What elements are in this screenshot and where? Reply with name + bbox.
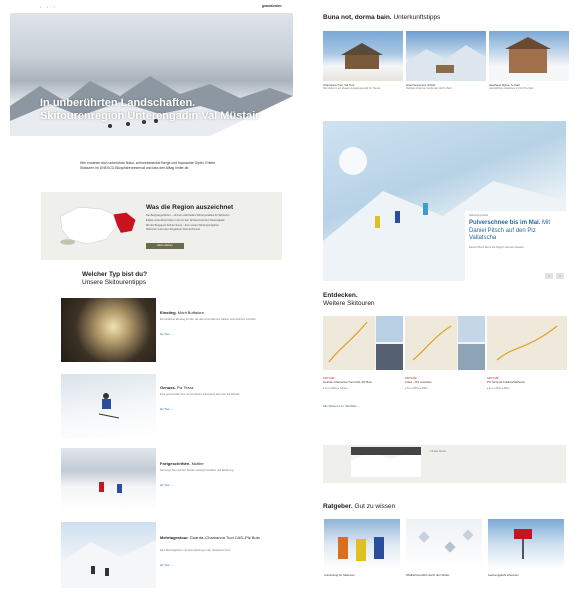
advice-image[interactable] — [324, 519, 400, 569]
hut-figure — [341, 43, 383, 69]
type-link[interactable]: Zur Tour → — [160, 484, 275, 487]
feature-desc: Daniel Pitsch kennt die Region wie kein … — [469, 246, 525, 249]
type-title-bold: Fortgeschritten. — [160, 461, 191, 466]
types-heading: Welcher Typ bist du? Unsere Skitourentip… — [82, 271, 147, 287]
mountain-figure — [406, 45, 486, 81]
tour-name[interactable]: Piz Terza ab Fuldera/Valchava — [487, 380, 567, 384]
hero-title: In unberührten Landschaften. Skitourenre… — [40, 97, 260, 122]
type-title[interactable]: Mehrtagestour. Guarda–Chamanna Tuoi CAS–… — [160, 535, 280, 540]
wildlife-figure — [418, 529, 474, 553]
map-snow-figure — [351, 447, 421, 477]
type-title-bold: Einstieg. — [160, 310, 177, 315]
advice-heading-bold: Ratgeber. — [323, 503, 353, 510]
accommodation-desc: Die Hütte ist ein idealer Ausgangspunkt … — [323, 87, 382, 90]
skier-figure — [98, 393, 120, 419]
region-bullets: Die Bergsteigerdörfer – sind ein wahrhaf… — [146, 214, 276, 233]
tour-card-text[interactable]: SKITOUR Piz Terza ab Fuldera/Valchava — [487, 377, 567, 384]
advice-caption[interactable]: Wildtierfreundlich durch den Winter — [406, 573, 484, 577]
tours-heading-bold: Entdecken. — [323, 292, 358, 299]
type-desc: Eine Mehrtagestour mit Übernachtung in d… — [160, 549, 231, 552]
accommodation-image[interactable] — [323, 31, 403, 81]
tour-map-figure — [487, 316, 567, 370]
nav-dot[interactable]: • — [54, 5, 61, 9]
tour-tags: ● 4h ● 1450m ● Schwer — [323, 388, 348, 390]
type-desc: Die lange Tour auf den Muttler verlangt … — [160, 469, 235, 472]
pager-next-button[interactable]: › — [556, 273, 564, 279]
equipment-figure — [338, 537, 384, 561]
tours-heading-sub: Weitere Skitouren — [323, 300, 375, 307]
type-link[interactable]: Zur Tour → — [160, 564, 275, 567]
advice-caption[interactable]: Ausrüstung für Skitouren — [324, 573, 402, 577]
type-title-name: Guarda–Chamanna Tuoi CAS–Piz Buin — [189, 535, 260, 540]
tour-card-image[interactable] — [405, 316, 485, 370]
types-heading-bold: Welcher Typ bist du? — [82, 271, 148, 278]
house-figure — [505, 37, 551, 73]
accommodation-image[interactable] — [489, 31, 569, 81]
advice-image[interactable] — [488, 519, 564, 569]
tours-heading: Entdecken. Weitere Skitouren — [323, 292, 375, 308]
intro-text: Hier erwarten dich unberührte Natur, sch… — [80, 161, 216, 170]
region-map — [60, 206, 136, 245]
tour-card-image[interactable] — [487, 316, 567, 370]
advice-heading-sub: Gut zu wissen — [354, 503, 396, 510]
accommodation-desc: Ruhiges Hotel am Ende des Val S-charl. — [406, 87, 453, 90]
mountain-figure — [61, 540, 156, 588]
tour-tags: ● 4h ● 1300m ● Mittel — [487, 388, 510, 390]
type-title[interactable]: Genuss. Piz Terza — [160, 385, 193, 390]
all-tours-link[interactable]: Alle Skitouren im Überblick → — [323, 404, 360, 408]
type-title-name: Muttler — [191, 461, 204, 466]
tour-card-text[interactable]: SKITOUR Ardez – Piz Cotschen — [405, 377, 485, 384]
region-bullet: Skitouren unter dem Engadiner Sternenhim… — [146, 228, 201, 232]
tour-map-figure — [405, 316, 485, 370]
type-desc: Ein einfacher Einstieg für alle, die das… — [160, 318, 257, 321]
advice-caption[interactable]: Lawinengefahr erkennen — [488, 573, 566, 577]
type-image-fortgeschritten[interactable] — [61, 448, 156, 512]
accommodation-heading: Buna not, dorma bain. Unterkunftstipps — [323, 14, 440, 22]
tour-tags: ● 5h ● 1650m ● Mittel — [405, 388, 428, 390]
tour-name[interactable]: Ardez – Piz Cotschen — [405, 380, 485, 384]
skiers-figure — [99, 482, 122, 493]
type-link[interactable]: Zur Tour → — [160, 333, 275, 336]
hero-image: In unberührten Landschaften. Skitourenre… — [10, 13, 293, 136]
map-band: • Chasa Muzet — [323, 445, 566, 483]
nav-dot[interactable]: • — [40, 5, 47, 9]
accommodation-caption[interactable]: Hotel Sesvenna, Scharl Ruhiges Hotel am E… — [406, 83, 486, 90]
type-title-bold: Genuss. — [160, 385, 176, 390]
region-more-button[interactable]: Mehr erfahren — [146, 243, 184, 249]
accommodation-caption[interactable]: Chamanna Tuoi, Val Tuoi Die Hütte ist ein… — [323, 83, 403, 90]
type-title[interactable]: Einstieg. Mont Buffalora — [160, 310, 204, 315]
region-title: Was die Region auszeichnet — [146, 204, 234, 211]
type-title-name: Piz Terza — [176, 385, 194, 390]
type-title-name: Mont Buffalora — [177, 310, 204, 315]
accommodation-caption[interactable]: Gasthaus Alpina, S-charl Gemütliches Gast… — [489, 83, 569, 90]
tour-card-text[interactable]: SKITOUR Guarda–Chamanna Tuoi CAS–Piz Buin — [323, 377, 403, 384]
type-image-einstieg[interactable] — [61, 298, 156, 362]
type-image-mehrtagestour[interactable] — [61, 522, 156, 588]
accommodation-image[interactable] — [406, 31, 486, 81]
accommodation-heading-bold: Buna not, dorma bain. — [323, 14, 392, 21]
types-heading-sub: Unsere Skitourentipps — [82, 279, 146, 286]
type-title-bold: Mehrtagestour. — [160, 535, 189, 540]
site-logo[interactable]: graubünden — [262, 4, 282, 8]
avalanche-sign-figure — [514, 529, 532, 559]
tour-map-figure — [323, 316, 403, 370]
pager-prev-button[interactable]: ‹ — [545, 273, 553, 279]
feature-title[interactable]: Pulverschnee bis im Mai. Mit Daniel Pits… — [469, 220, 564, 243]
nav-dots[interactable]: ••• — [40, 5, 61, 9]
feature-label: Skitourenportrait — [469, 214, 489, 217]
advice-heading: Ratgeber. Gut zu wissen — [323, 503, 395, 511]
map-list-item[interactable]: • Chasa Muzet — [429, 450, 446, 453]
advice-image[interactable] — [406, 519, 482, 569]
tour-name[interactable]: Guarda–Chamanna Tuoi CAS–Piz Buin — [323, 380, 403, 384]
type-image-genuss[interactable] — [61, 374, 156, 438]
type-link[interactable]: Zur Tour → — [160, 408, 275, 411]
feature-title-bold: Pulverschnee bis im Mai. — [469, 220, 541, 226]
type-title[interactable]: Fortgeschritten. Muttler — [160, 461, 204, 466]
accommodation-desc: Gemütliches Gasthaus im Dorf S-charl. — [489, 87, 534, 90]
accommodation-heading-sub: Unterkunftstipps — [393, 14, 441, 21]
type-desc: Eine genussvolle Tour mit herrlichem Pan… — [160, 393, 240, 396]
tour-card-image[interactable] — [323, 316, 403, 370]
